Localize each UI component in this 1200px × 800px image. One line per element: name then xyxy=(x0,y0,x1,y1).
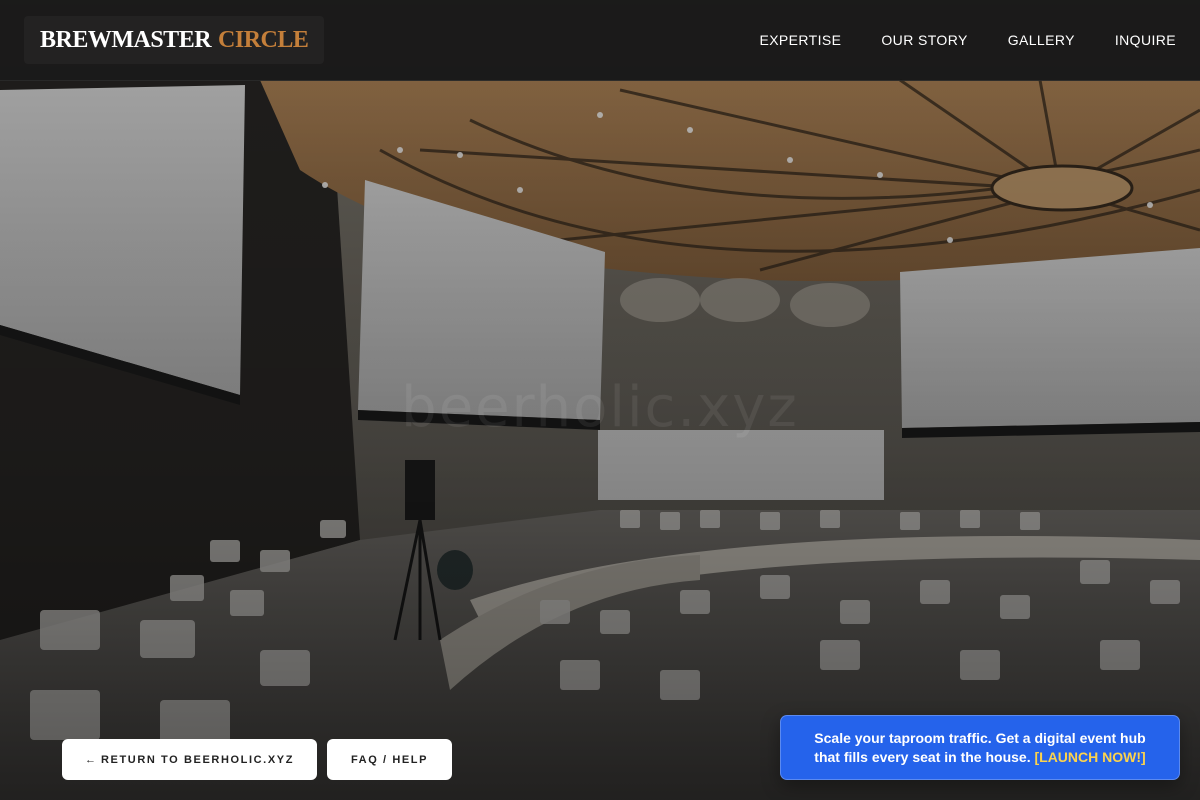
site-header: BREWMASTER CIRCLE EXPERTISE OUR STORY GA… xyxy=(0,0,1200,81)
promo-banner: Scale your taproom traffic. Get a digita… xyxy=(780,715,1180,780)
return-button-label: RETURN TO BEERHOLIC.XYZ xyxy=(100,753,295,766)
site-watermark: beerholic.xyz xyxy=(401,375,799,440)
brand-name-primary: BREWMASTER xyxy=(40,26,212,53)
nav-link-inquire[interactable]: INQUIRE xyxy=(1115,32,1176,48)
arrow-left-icon: ← xyxy=(84,753,96,766)
main-navigation: EXPERTISE OUR STORY GALLERY INQUIRE xyxy=(759,0,1176,80)
brand-logo[interactable]: BREWMASTER CIRCLE xyxy=(24,16,324,64)
nav-link-our-story[interactable]: OUR STORY xyxy=(881,32,967,48)
hero-background-image: beerholic.xyz xyxy=(0,0,1200,800)
brand-name-accent: CIRCLE xyxy=(218,26,309,53)
nav-link-expertise[interactable]: EXPERTISE xyxy=(759,32,841,48)
promo-text: Scale your taproom traffic. Get a digita… xyxy=(803,729,1157,767)
nav-link-gallery[interactable]: GALLERY xyxy=(1008,32,1075,48)
return-to-site-button[interactable]: ← RETURN TO BEERHOLIC.XYZ xyxy=(62,739,317,780)
faq-help-button[interactable]: FAQ / HELP xyxy=(327,739,452,780)
launch-now-link[interactable]: [LAUNCH NOW!] xyxy=(1034,749,1145,765)
faq-button-label: FAQ / HELP xyxy=(350,753,429,766)
